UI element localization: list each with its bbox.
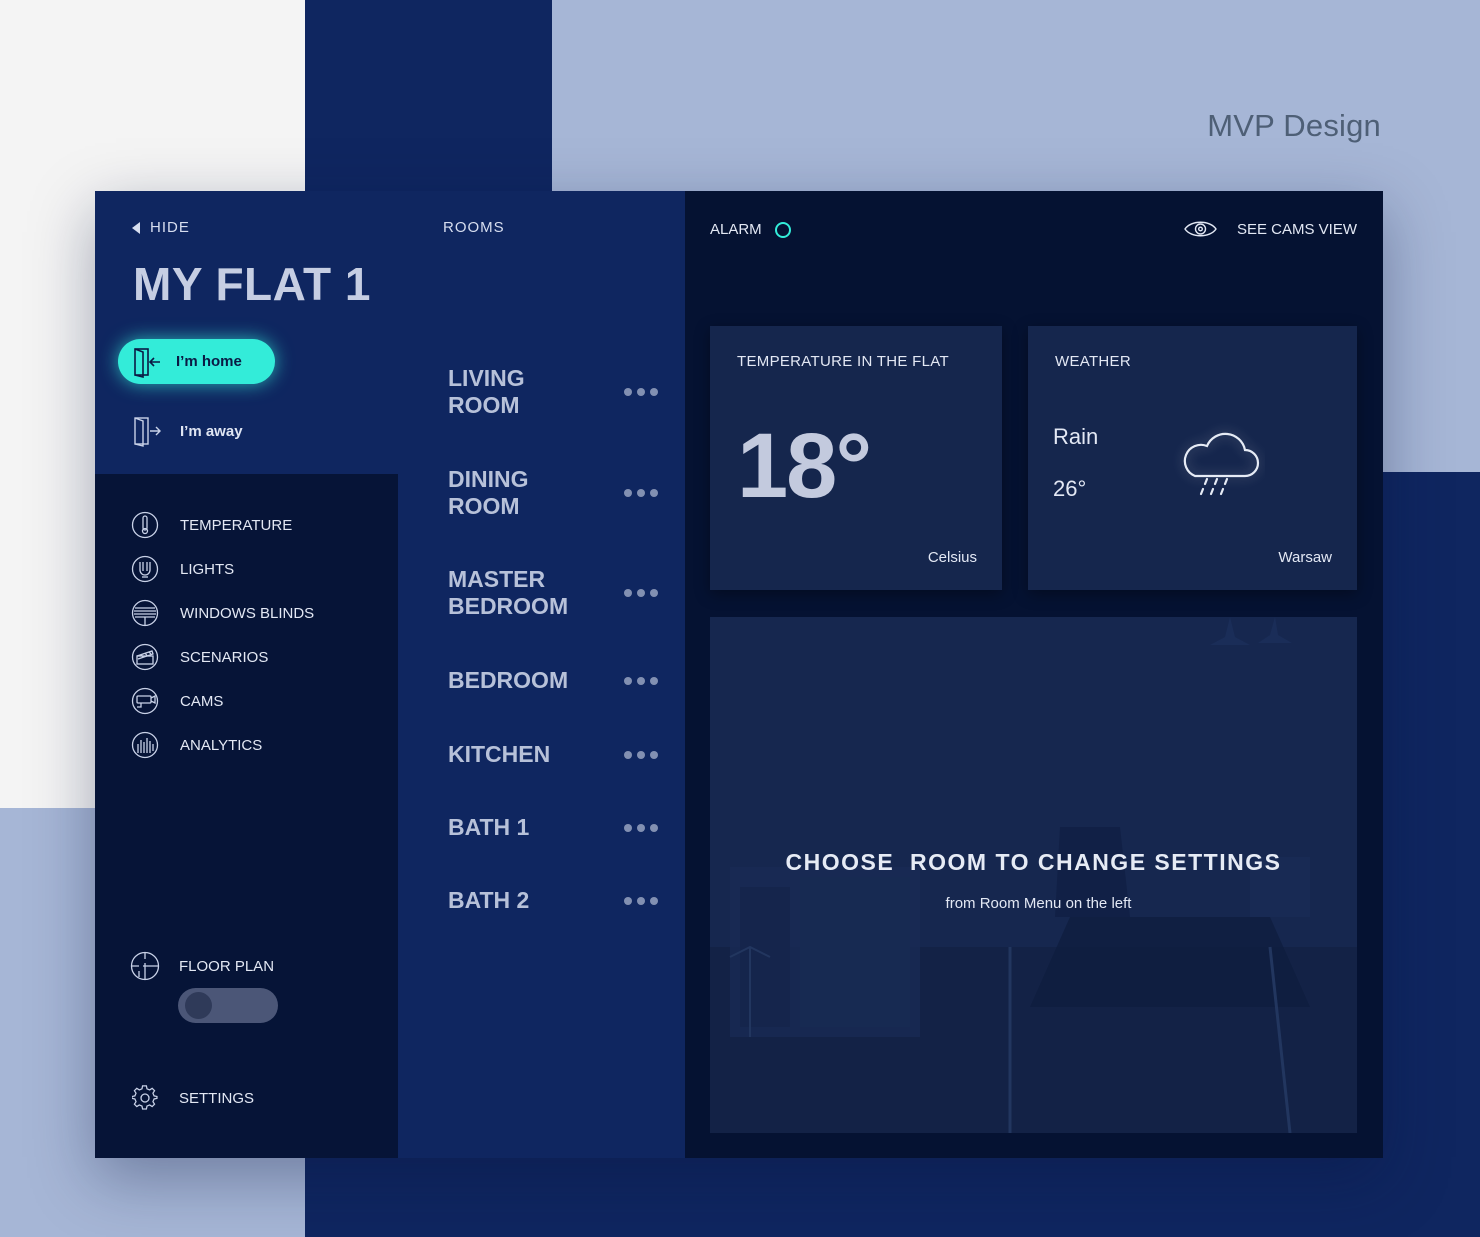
- sidebar-item-windows-blinds[interactable]: WINDOWS BLINDS: [131, 599, 314, 627]
- background-navy-block: [305, 0, 552, 191]
- sidebar-item-analytics[interactable]: ANALYTICS: [131, 731, 314, 759]
- im-home-label: I’m home: [176, 353, 242, 370]
- sidebar-item-label: ANALYTICS: [180, 736, 263, 754]
- room-item-living-room[interactable]: LIVING ROOM: [448, 365, 658, 419]
- sidebar-item-label: SCENARIOS: [180, 648, 269, 666]
- more-options-icon[interactable]: [624, 750, 658, 759]
- sidebar-item-label: WINDOWS BLINDS: [180, 604, 315, 622]
- settings-label: SETTINGS: [179, 1089, 255, 1107]
- sidebar-header: HIDE MY FLAT 1 I’m home I’m away: [95, 191, 398, 474]
- im-away-button[interactable]: I’m away: [132, 415, 243, 447]
- thermometer-icon: [131, 511, 159, 539]
- gear-icon: [132, 1085, 158, 1110]
- background-navy-block-right: [1383, 472, 1480, 1237]
- toggle-knob: [185, 992, 212, 1019]
- temperature-value: 18°: [737, 415, 872, 517]
- sidebar-menu: TEMPERATURE LIGHTS WINDOWS BLINDS SCENAR…: [131, 511, 314, 775]
- more-options-icon[interactable]: [624, 676, 658, 685]
- camera-icon: [131, 687, 159, 715]
- analytics-icon: [131, 731, 159, 759]
- alarm-label: ALARM: [710, 221, 762, 238]
- room-name: LIVING ROOM: [448, 365, 525, 418]
- door-exit-icon: [134, 417, 161, 447]
- room-name: MASTER BEDROOM: [448, 566, 569, 619]
- see-cams-view-button[interactable]: SEE CAMS VIEW: [1184, 218, 1357, 240]
- sidebar-item-temperature[interactable]: TEMPERATURE: [131, 511, 314, 539]
- room-preview-panel: CHOOSE ROOM TO CHANGE SETTINGS from Room…: [710, 617, 1357, 1133]
- page-title: MVP Design: [1207, 108, 1381, 143]
- room-item-bath-1[interactable]: BATH 1: [448, 814, 658, 841]
- alarm-status-indicator: [774, 221, 791, 238]
- more-options-icon[interactable]: [624, 823, 658, 832]
- eye-icon: [1184, 221, 1217, 237]
- room-name: BATH 2: [448, 887, 530, 913]
- weather-city: Warsaw: [1278, 549, 1332, 566]
- choose-room-heading: CHOOSE ROOM TO CHANGE SETTINGS: [785, 849, 1282, 875]
- im-home-button[interactable]: I’m home: [118, 339, 275, 384]
- room-name: BATH 1: [448, 814, 530, 840]
- see-cams-view-label: SEE CAMS VIEW: [1236, 220, 1357, 238]
- weather-condition: Rain: [1053, 424, 1099, 449]
- more-options-icon[interactable]: [624, 896, 658, 905]
- main-panel: ALARM SEE CAMS VIEW TEMPERATURE IN THE F…: [685, 191, 1383, 1158]
- alarm-toggle[interactable]: ALARM: [710, 221, 791, 238]
- clapperboard-icon: [131, 643, 159, 671]
- caret-left-icon: [132, 221, 140, 234]
- room-name: BEDROOM: [448, 667, 569, 693]
- more-options-icon[interactable]: [624, 388, 658, 396]
- room-item-kitchen[interactable]: KITCHEN: [448, 741, 658, 768]
- door-enter-icon: [134, 347, 160, 378]
- room-name: DINING ROOM: [448, 466, 529, 519]
- bulb-icon: [131, 555, 159, 583]
- sidebar-item-label: CAMS: [180, 692, 224, 710]
- hide-label: HIDE: [150, 219, 190, 236]
- room-name: KITCHEN: [448, 741, 551, 767]
- temperature-card: TEMPERATURE IN THE FLAT 18° Celsius: [710, 326, 1002, 590]
- room-item-bath-2[interactable]: BATH 2: [448, 887, 658, 914]
- sidebar-item-lights[interactable]: LIGHTS: [131, 555, 314, 583]
- floor-plan-icon: [130, 951, 160, 981]
- room-item-master-bedroom[interactable]: MASTER BEDROOM: [448, 566, 658, 620]
- rooms-panel: ROOMS LIVING ROOM DINING ROOM MASTER BED…: [398, 191, 685, 1158]
- settings-button[interactable]: SETTINGS: [132, 1085, 254, 1111]
- weather-card-title: WEATHER: [1055, 353, 1131, 370]
- blinds-icon: [131, 599, 159, 627]
- more-options-icon[interactable]: [624, 489, 658, 497]
- rooms-header: ROOMS: [443, 219, 505, 236]
- weather-temperature: 26°: [1053, 476, 1087, 501]
- sidebar-item-label: LIGHTS: [180, 560, 235, 578]
- floor-plan-toggle[interactable]: [178, 988, 278, 1023]
- floor-plan-row: FLOOR PLAN: [130, 951, 274, 981]
- sidebar-item-label: TEMPERATURE: [180, 516, 293, 534]
- weather-card: WEATHER Rain 26° Warsaw: [1028, 326, 1357, 590]
- sidebar-item-scenarios[interactable]: SCENARIOS: [131, 643, 314, 671]
- sidebar: HIDE MY FLAT 1 I’m home I’m away TEMPERA…: [95, 191, 398, 1158]
- sidebar-item-cams[interactable]: CAMS: [131, 687, 314, 715]
- im-away-label: I’m away: [180, 422, 243, 440]
- room-item-bedroom[interactable]: BEDROOM: [448, 667, 658, 694]
- temperature-card-title: TEMPERATURE IN THE FLAT: [737, 353, 949, 370]
- hide-sidebar-button[interactable]: HIDE: [132, 219, 190, 236]
- room-item-dining-room[interactable]: DINING ROOM: [448, 466, 658, 520]
- smart-home-app: HIDE MY FLAT 1 I’m home I’m away TEMPERA…: [95, 191, 1383, 1158]
- background-navy-block-bottom: [305, 1158, 1480, 1237]
- temperature-unit: Celsius: [927, 549, 977, 566]
- more-options-icon[interactable]: [624, 589, 658, 597]
- choose-room-subtext: from Room Menu on the left: [945, 895, 1132, 912]
- rain-cloud-icon: [1183, 432, 1260, 496]
- floor-plan-label: FLOOR PLAN: [179, 957, 275, 975]
- flat-name: MY FLAT 1: [133, 258, 371, 310]
